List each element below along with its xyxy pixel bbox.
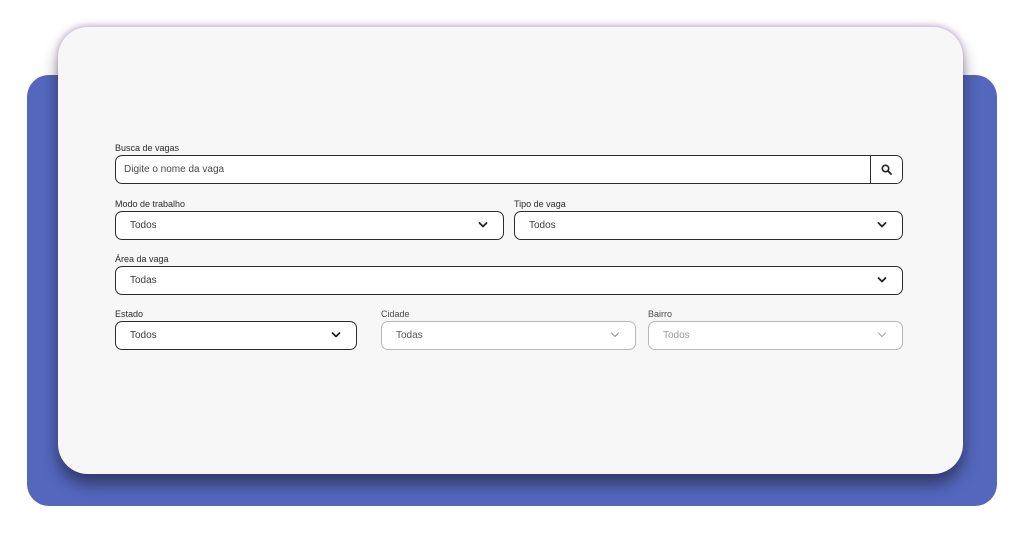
chevron-down-icon: [478, 222, 488, 228]
job-type-select[interactable]: Todos: [514, 211, 903, 240]
stage: Busca de vagas Modo de trabalho Todos: [0, 0, 1024, 536]
city-value: Todas: [396, 330, 423, 341]
city-select[interactable]: Todas: [381, 321, 636, 350]
neighborhood-value: Todos: [663, 330, 690, 341]
neighborhood-label: Bairro: [648, 309, 673, 319]
chevron-down-icon: [877, 332, 887, 338]
work-mode-label: Modo de trabalho: [115, 199, 186, 209]
work-mode-value: Todos: [130, 220, 157, 231]
job-area-select[interactable]: Todas: [115, 266, 903, 295]
chevron-down-icon: [610, 332, 620, 338]
job-type-value: Todos: [529, 220, 556, 231]
search-button[interactable]: [870, 156, 902, 183]
state-label: Estado: [115, 309, 144, 319]
state-select[interactable]: Todos: [115, 321, 357, 350]
search-icon: [881, 164, 892, 175]
chevron-down-icon: [331, 332, 341, 338]
state-value: Todos: [130, 330, 157, 341]
search-field: [115, 155, 903, 184]
city-label: Cidade: [381, 309, 410, 319]
job-search-card: Busca de vagas Modo de trabalho Todos: [58, 27, 963, 474]
job-area-label: Área da vaga: [115, 254, 169, 264]
chevron-down-icon: [877, 222, 887, 228]
work-mode-select[interactable]: Todos: [115, 211, 504, 240]
search-input[interactable]: [116, 156, 876, 183]
job-type-label: Tipo de vaga: [514, 199, 566, 209]
chevron-down-icon: [877, 277, 887, 283]
job-area-value: Todas: [130, 275, 157, 286]
neighborhood-select[interactable]: Todos: [648, 321, 903, 350]
search-label: Busca de vagas: [115, 143, 180, 153]
